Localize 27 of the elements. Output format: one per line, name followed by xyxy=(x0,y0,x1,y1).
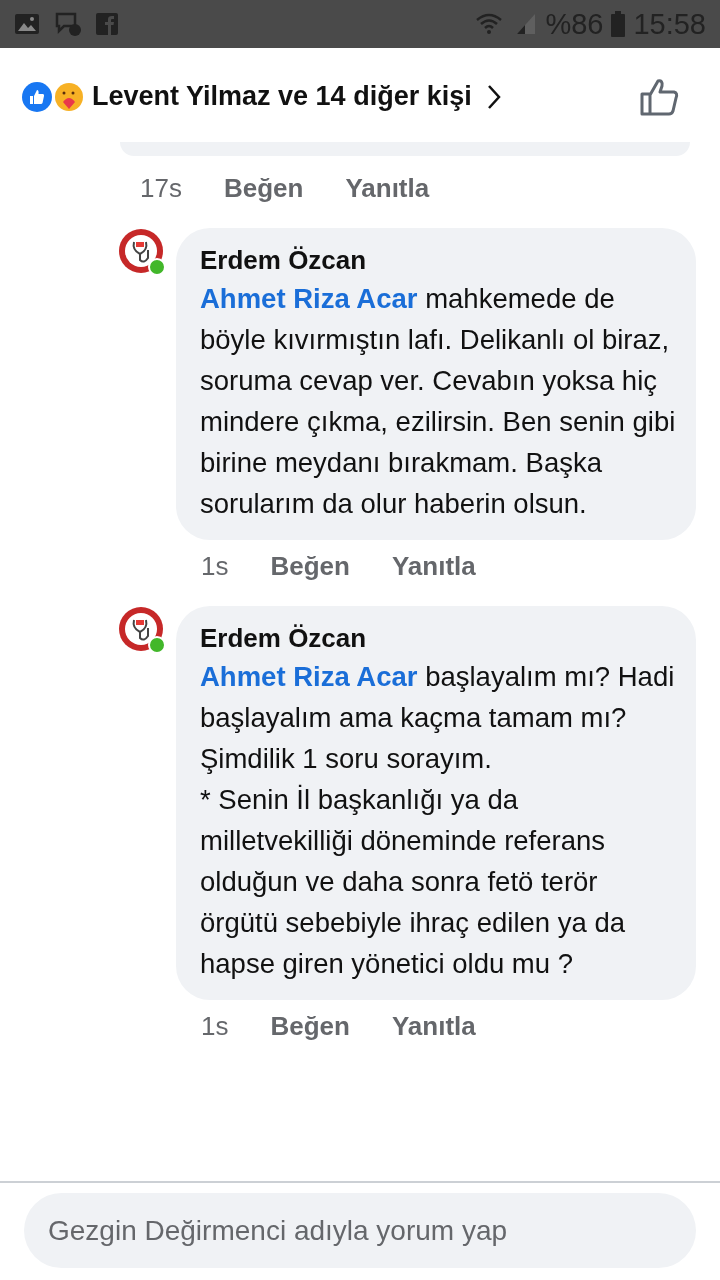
reply-link[interactable]: Yanıtla xyxy=(345,172,430,204)
like-link[interactable]: Beğen xyxy=(270,550,350,582)
messenger-icon xyxy=(54,11,82,37)
avatar[interactable] xyxy=(118,228,164,274)
like-icon[interactable] xyxy=(640,77,680,116)
reactions-link[interactable]: Levent Yilmaz ve 14 diğer kişi xyxy=(22,81,502,112)
comment-author[interactable]: Erdem Özcan xyxy=(200,620,676,656)
like-link[interactable]: Beğen xyxy=(223,172,304,204)
signal-icon xyxy=(515,12,538,36)
image-icon xyxy=(14,13,40,35)
facebook-icon xyxy=(96,13,118,35)
comment-author[interactable]: Erdem Özcan xyxy=(200,242,676,278)
comment-time: 1s xyxy=(201,1010,229,1042)
mention-link[interactable]: Ahmet Riza Acar xyxy=(200,661,418,692)
mention-link[interactable]: Ahmet Riza Acar xyxy=(200,283,418,314)
reply-link[interactable]: Yanıtla xyxy=(391,550,476,582)
care-reaction-icon xyxy=(54,81,84,112)
comment-text: Ahmet Riza Acar başlayalım mı? Hadi başlayalım ama kaçma tamam mı? Şimdilik 1 soru sorayım. * Senin İl başkanlığı ya da milletvekilliği döneminde referans olduğun ve daha sonra fetö terör örgütü sebebiyle ihraç edilen ya da hapse giren yönetici oldu mu ? xyxy=(200,660,676,981)
comment-input-field[interactable]: Gezgin Değirmenci adıyla yorum yap xyxy=(24,1193,696,1268)
battery-icon xyxy=(611,11,626,37)
like-link[interactable]: Beğen xyxy=(270,1010,350,1042)
avatar[interactable] xyxy=(118,606,164,652)
like-reaction-icon xyxy=(22,81,52,112)
comment-time: 1s xyxy=(201,550,229,582)
comment-time: 17s xyxy=(140,172,182,204)
reply-link[interactable]: Yanıtla xyxy=(391,1010,476,1042)
comment-text: Ahmet Riza Acar mahkemede de böyle kıvırmıştın lafı. Delikanlı ol biraz, soruma cevap ver. Cevabın yoksa hiç mindere çıkma, ezilirsin. Ben senin gibi birine meydanı bırakmam. Başka sorularım da olur haberin olsun. xyxy=(200,282,676,521)
